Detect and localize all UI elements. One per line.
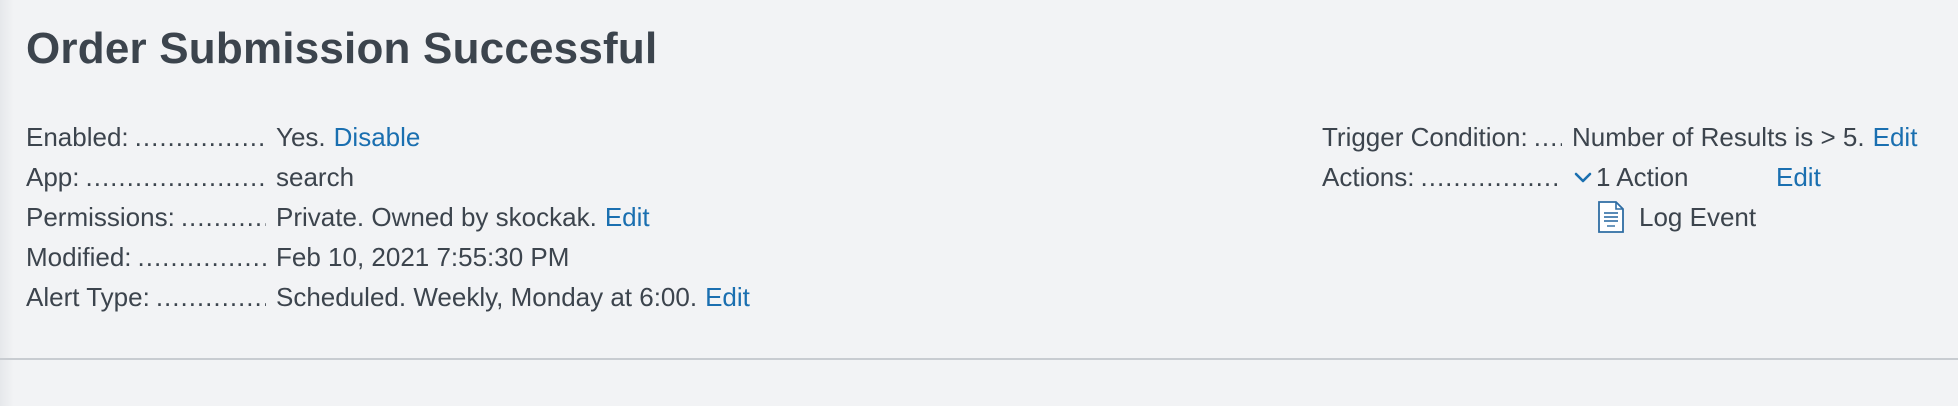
detail-value-trigger-condition: Number of Results is > 5. — [1572, 121, 1865, 152]
detail-value-enabled: Yes. — [276, 121, 326, 152]
alert-details-page: Order Submission Successful Enabled: Yes… — [0, 0, 1958, 406]
detail-value-permissions: Private. Owned by skockak. — [276, 201, 597, 232]
detail-row-actions: Actions: 1 Action Edit — [1322, 157, 1917, 197]
chevron-down-icon[interactable] — [1572, 166, 1594, 188]
detail-row-trigger-condition: Trigger Condition: Number of Results is … — [1322, 117, 1917, 157]
edit-trigger-link[interactable]: Edit — [1873, 122, 1918, 153]
detail-label-trigger-condition: Trigger Condition: — [1322, 122, 1562, 153]
section-divider — [0, 358, 1958, 360]
detail-row-enabled: Enabled: Yes. Disable — [26, 117, 750, 157]
detail-label-alert-type: Alert Type: — [26, 282, 266, 313]
detail-row-app: App: search — [26, 157, 750, 197]
detail-label-modified: Modified: — [26, 242, 266, 273]
detail-row-permissions: Permissions: Private. Owned by skockak. … — [26, 197, 750, 237]
actions-count[interactable]: 1 Action — [1596, 162, 1776, 193]
disable-link[interactable]: Disable — [334, 122, 421, 153]
detail-row-alert-type: Alert Type: Scheduled. Weekly, Monday at… — [26, 277, 750, 317]
detail-label-permissions: Permissions: — [26, 202, 266, 233]
detail-value-app: search — [276, 161, 355, 192]
edit-alert-type-link[interactable]: Edit — [705, 282, 750, 313]
detail-row-modified: Modified: Feb 10, 2021 7:55:30 PM — [26, 237, 750, 277]
alert-details-right: Trigger Condition: Number of Results is … — [1322, 117, 1917, 197]
page-title: Order Submission Successful — [26, 24, 658, 73]
left-edge-shadow — [0, 0, 14, 406]
log-document-icon — [1597, 201, 1625, 233]
detail-label-actions: Actions: — [1322, 162, 1562, 193]
detail-value-alert-type: Scheduled. Weekly, Monday at 6:00. — [276, 281, 698, 312]
detail-label-app: App: — [26, 162, 266, 193]
edit-permissions-link[interactable]: Edit — [605, 202, 650, 233]
action-item-log-event: Log Event — [1597, 197, 1756, 237]
detail-value-modified: Feb 10, 2021 7:55:30 PM — [276, 241, 570, 272]
alert-details-left: Enabled: Yes. Disable App: search Permis… — [26, 117, 750, 317]
edit-actions-link[interactable]: Edit — [1776, 162, 1821, 193]
detail-label-enabled: Enabled: — [26, 122, 266, 153]
action-item-label: Log Event — [1639, 201, 1757, 232]
